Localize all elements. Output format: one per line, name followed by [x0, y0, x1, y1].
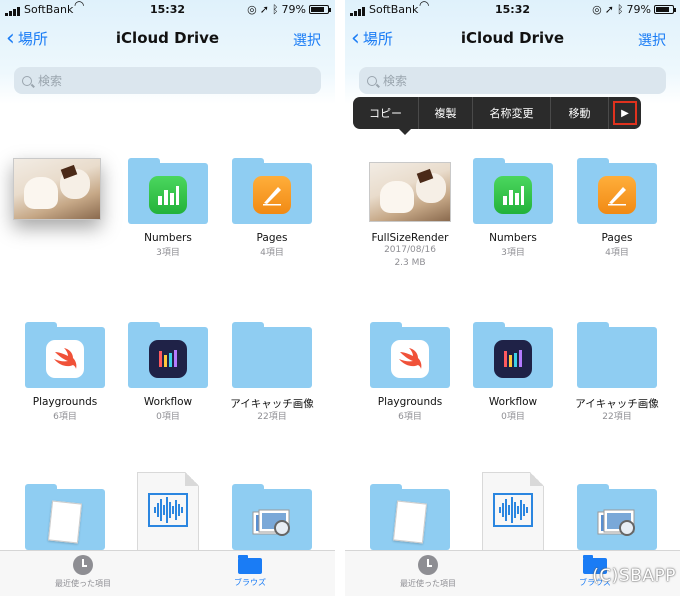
- folder-icon: [25, 484, 105, 550]
- folder-icon: [577, 484, 657, 550]
- menu-item-rename[interactable]: 名称変更: [473, 97, 551, 129]
- folder-icon: [128, 158, 208, 224]
- item-name: Pages: [601, 232, 633, 244]
- tab-recents[interactable]: 最近使った項目: [368, 555, 488, 589]
- page-title: iCloud Drive: [460, 29, 565, 47]
- numbers-app-icon: [149, 176, 187, 214]
- notes-icon: [47, 500, 83, 544]
- folder-icon: [577, 158, 657, 224]
- folder-icon: [370, 484, 450, 550]
- item-count: 4項目: [260, 248, 284, 258]
- item-name: FullSizeRender: [371, 232, 449, 244]
- menu-item-copy[interactable]: コピー: [353, 97, 419, 129]
- menu-item-move[interactable]: 移動: [551, 97, 609, 129]
- workflow-app-icon: [149, 340, 187, 378]
- item-count: 22項目: [602, 412, 632, 422]
- tab-browse-label: ブラウズ: [234, 578, 266, 587]
- audio-file-icon: [482, 472, 544, 552]
- numbers-app-icon: [494, 176, 532, 214]
- workflow-app-icon: [494, 340, 532, 378]
- item-name: Playgrounds: [32, 396, 98, 408]
- swift-playgrounds-icon: [391, 340, 429, 378]
- tab-bar: 最近使った項目 ブラウズ: [0, 550, 335, 596]
- lock-rotation-icon: ◎: [247, 3, 257, 16]
- bluetooth-icon: ᛒ: [271, 3, 279, 16]
- context-menu: コピー 複製 名称変更 移動 ▶: [353, 97, 641, 135]
- location-icon: ➚: [604, 3, 614, 16]
- tab-recents-label: 最近使った項目: [400, 579, 456, 588]
- folder-icon: [128, 322, 208, 388]
- item-date: 2017/08/16: [384, 245, 436, 255]
- battery-percent: 79%: [281, 3, 306, 16]
- navigation-bar: ‹ 場所 iCloud Drive 選択: [345, 24, 680, 54]
- item-size: 2.3 MB: [394, 258, 426, 268]
- page-title: iCloud Drive: [115, 29, 220, 47]
- item-name: Workflow: [143, 396, 193, 408]
- pages-app-icon: [598, 176, 636, 214]
- search-input[interactable]: 検索: [14, 67, 321, 94]
- phone-screen-right: SoftBank ◠ 15:32 ◎ ➚ ᛒ 79% ‹ 場所 iCloud D…: [345, 0, 680, 596]
- swift-playgrounds-icon: [46, 340, 84, 378]
- audio-file-icon: [137, 472, 199, 552]
- lock-rotation-icon: ◎: [592, 3, 602, 16]
- menu-item-duplicate[interactable]: 複製: [419, 97, 473, 129]
- folder-icon: [232, 484, 312, 550]
- folder-icon: [25, 322, 105, 388]
- battery-percent: 79%: [626, 3, 651, 16]
- bluetooth-icon: ᛒ: [616, 3, 624, 16]
- clock-icon: [418, 555, 438, 575]
- folder-icon: [232, 158, 312, 224]
- folder-icon: [577, 322, 657, 388]
- status-bar: SoftBank ◠ 15:32 ◎ ➚ ᛒ 79%: [345, 0, 680, 20]
- search-icon: [367, 75, 377, 86]
- folder-icon: [232, 322, 312, 388]
- item-name: Numbers: [144, 232, 192, 244]
- folder-icon: [473, 322, 553, 388]
- folder-icon: [238, 555, 262, 574]
- search-placeholder: 検索: [38, 74, 63, 88]
- tab-recents[interactable]: 最近使った項目: [23, 555, 143, 589]
- search-icon: [22, 75, 32, 86]
- item-count: 22項目: [257, 412, 287, 422]
- item-count: 6項目: [398, 412, 422, 422]
- status-bar: SoftBank ◠ 15:32 ◎ ➚ ᛒ 79%: [0, 0, 335, 20]
- item-count: 0項目: [501, 412, 525, 422]
- menu-pointer: [399, 129, 411, 135]
- watermark: (C)SBAPP: [592, 566, 676, 586]
- item-name: Playgrounds: [377, 396, 443, 408]
- item-count: 6項目: [53, 412, 77, 422]
- more-arrow-icon[interactable]: ▶: [613, 101, 637, 125]
- item-count: 3項目: [156, 248, 180, 258]
- preview-app-icon: [597, 509, 635, 536]
- item-name: Numbers: [489, 232, 537, 244]
- item-name: Workflow: [488, 396, 538, 408]
- location-icon: ➚: [259, 3, 269, 16]
- select-button[interactable]: 選択: [293, 30, 321, 50]
- select-button[interactable]: 選択: [638, 30, 666, 50]
- preview-app-icon: [252, 509, 290, 536]
- item-count: 3項目: [501, 248, 525, 258]
- item-name: Pages: [256, 232, 288, 244]
- folder-icon: [370, 322, 450, 388]
- photo-thumbnail: [369, 162, 451, 222]
- search-input[interactable]: 検索: [359, 67, 666, 94]
- tab-browse[interactable]: ブラウズ: [190, 555, 310, 588]
- navigation-bar: ‹ 場所 iCloud Drive 選択: [0, 24, 335, 54]
- item-count: 4項目: [605, 248, 629, 258]
- photo-thumbnail: [13, 158, 101, 220]
- battery-icon: [654, 5, 676, 14]
- battery-icon: [309, 5, 331, 14]
- pages-app-icon: [253, 176, 291, 214]
- search-placeholder: 検索: [383, 74, 408, 88]
- folder-icon: [473, 158, 553, 224]
- status-right: ◎ ➚ ᛒ 79%: [247, 3, 331, 16]
- notes-icon: [392, 500, 428, 544]
- item-count: 0項目: [156, 412, 180, 422]
- phone-screen-left: SoftBank ◠ 15:32 ◎ ➚ ᛒ 79% ‹ 場所 iCloud D…: [0, 0, 335, 596]
- clock-icon: [73, 555, 93, 575]
- tab-recents-label: 最近使った項目: [55, 579, 111, 588]
- status-right: ◎ ➚ ᛒ 79%: [592, 3, 676, 16]
